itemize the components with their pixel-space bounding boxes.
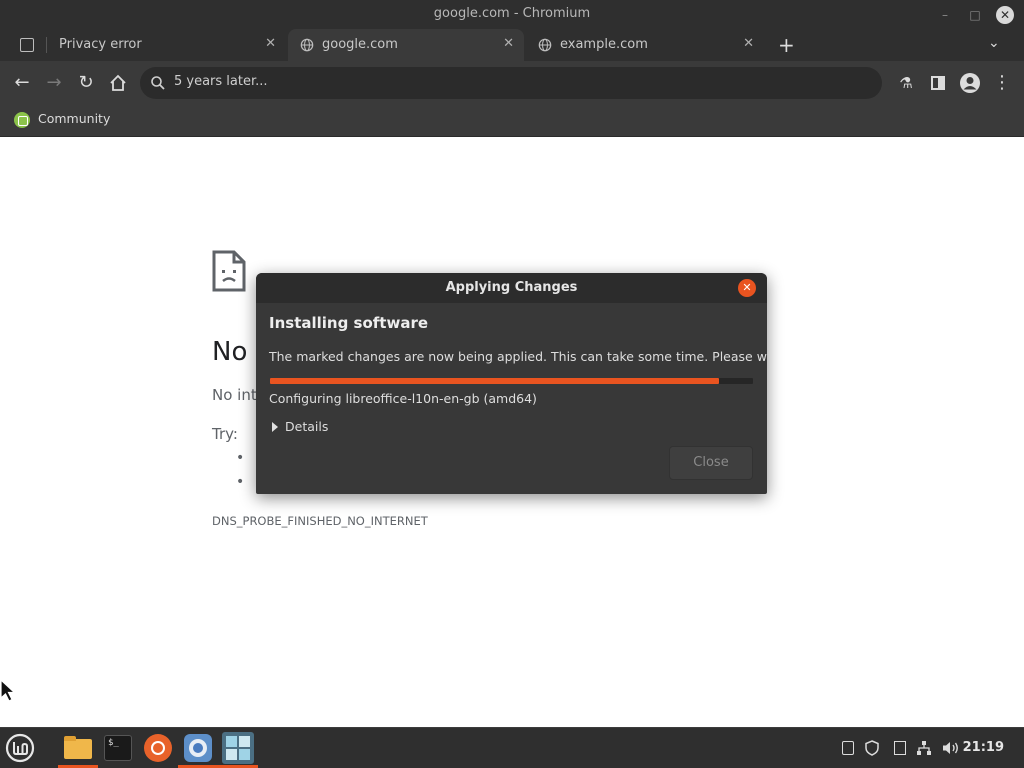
- taskbar: $_ 21:19: [0, 727, 1024, 768]
- window-title: google.com - Chromium: [433, 6, 591, 21]
- details-expander[interactable]: Details: [272, 419, 328, 434]
- address-bar[interactable]: 5 years later...: [140, 67, 882, 99]
- network-icon[interactable]: [916, 740, 932, 756]
- progress-bar-fill: [270, 378, 720, 384]
- update-tray-icon[interactable]: [840, 740, 856, 756]
- globe-icon: [300, 38, 314, 52]
- tab-label: example.com: [560, 37, 648, 52]
- mouse-cursor-icon: [0, 679, 17, 702]
- error-try-label: Try:: [212, 425, 238, 443]
- avatar-icon: [960, 73, 980, 93]
- bookmarks-bar: Community: [0, 105, 1024, 137]
- window-titlebar: google.com - Chromium – □ ✕: [0, 0, 1024, 29]
- firefox-icon[interactable]: [142, 732, 174, 764]
- tab-label: Privacy error: [59, 37, 142, 52]
- tab-search-icon[interactable]: [20, 38, 34, 52]
- files-icon[interactable]: [58, 732, 98, 768]
- notes-icon[interactable]: [892, 740, 908, 756]
- start-menu-button[interactable]: [4, 732, 36, 764]
- dialog-heading: Installing software: [269, 314, 429, 332]
- maximize-button[interactable]: □: [966, 6, 984, 24]
- tab-close-icon[interactable]: ✕: [743, 36, 754, 51]
- tab-example[interactable]: example.com ✕: [526, 29, 764, 61]
- error-subtitle: No int: [212, 386, 257, 404]
- labs-flask-icon[interactable]: ⚗: [894, 71, 918, 95]
- tab-close-icon[interactable]: ✕: [265, 36, 276, 51]
- expander-triangle-icon: [272, 422, 278, 432]
- details-label: Details: [285, 419, 329, 434]
- home-button[interactable]: [106, 71, 130, 95]
- applying-changes-dialog: Applying Changes ✕ Installing software T…: [256, 273, 767, 494]
- globe-icon: [538, 38, 552, 52]
- update-manager-icon[interactable]: [218, 732, 258, 768]
- progress-bar: [270, 378, 753, 384]
- terminal-icon[interactable]: $_: [102, 732, 134, 764]
- tab-google[interactable]: google.com ✕: [288, 29, 524, 61]
- volume-icon[interactable]: [942, 740, 958, 756]
- search-icon: [151, 76, 165, 90]
- new-tab-button[interactable]: +: [778, 33, 795, 57]
- taskbar-clock[interactable]: 21:19: [963, 740, 1004, 755]
- dialog-close-icon[interactable]: ✕: [738, 279, 756, 297]
- dialog-status: Configuring libreoffice-l10n-en-gb (amd6…: [269, 391, 537, 406]
- window-close-button[interactable]: ✕: [996, 6, 1014, 24]
- tab-privacy-error[interactable]: Privacy error ✕: [48, 29, 286, 61]
- bookmark-label: Community: [38, 111, 111, 126]
- error-code: DNS_PROBE_FINISHED_NO_INTERNET: [212, 514, 428, 528]
- tab-separator: [46, 37, 47, 53]
- side-panel-icon: [931, 76, 945, 90]
- dialog-header: Applying Changes ✕: [256, 273, 767, 303]
- side-panel-button[interactable]: [926, 71, 950, 95]
- shield-icon[interactable]: [864, 740, 880, 756]
- linux-mint-menu-icon: [5, 733, 35, 763]
- minimize-button[interactable]: –: [936, 6, 954, 24]
- chromium-icon[interactable]: [178, 732, 218, 768]
- tab-label: google.com: [322, 37, 398, 52]
- profile-button[interactable]: [958, 71, 982, 95]
- linux-mint-icon: [14, 111, 30, 128]
- dialog-title: Applying Changes: [445, 280, 578, 295]
- home-icon: [110, 74, 126, 91]
- tab-list-chevron-icon[interactable]: ⌄: [988, 35, 1000, 51]
- tab-close-icon[interactable]: ✕: [503, 36, 514, 51]
- close-button[interactable]: Close: [669, 446, 753, 480]
- bookmark-community[interactable]: Community: [14, 111, 110, 128]
- forward-button[interactable]: →: [42, 71, 66, 95]
- tab-strip: Privacy error ✕ google.com ✕ example.com…: [0, 29, 1024, 61]
- browser-toolbar: ← → ↻ 5 years later... ⚗ ⋮: [0, 61, 1024, 105]
- reload-button[interactable]: ↻: [74, 71, 98, 95]
- menu-kebab-button[interactable]: ⋮: [990, 71, 1014, 95]
- sad-page-icon: [212, 250, 246, 292]
- address-text: 5 years later...: [174, 74, 268, 89]
- dialog-message: The marked changes are now being applied…: [269, 349, 767, 364]
- back-button[interactable]: ←: [10, 71, 34, 95]
